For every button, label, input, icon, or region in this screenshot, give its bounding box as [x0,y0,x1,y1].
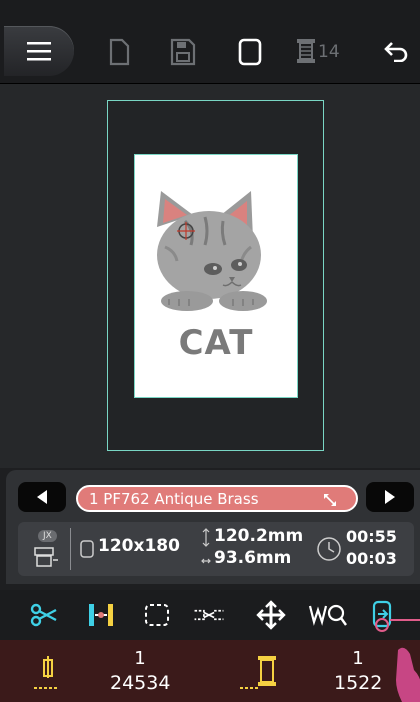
design-preview[interactable]: CAT [134,154,298,398]
clock-icon [317,537,341,561]
basting-icon[interactable] [192,598,226,632]
align-icon[interactable] [84,598,118,632]
hoop-size-icon [80,540,94,558]
new-file-icon[interactable] [108,38,130,66]
expand-icon [324,494,336,506]
move-icon[interactable] [254,598,288,632]
hamburger-menu-icon [27,42,51,61]
stitch-count: 24534 [110,672,171,694]
top-toolbar: 14 [0,0,420,84]
dimension-arrows-icon [201,528,211,564]
tools-bar [0,590,420,640]
spool-stitch-count: 1522 [334,672,383,694]
total-time: 00:55 [346,527,397,546]
hoop-area: CAT [107,100,324,451]
chevron-left-icon [37,490,47,504]
info-divider [70,528,71,570]
design-width: 93.6mm [214,548,292,568]
stitch-forward-icon[interactable] [370,598,420,632]
needle-number: 1 [134,648,146,669]
menu-button[interactable] [4,26,74,76]
next-color-button[interactable] [366,482,414,512]
save-icon[interactable] [170,38,196,66]
design-height: 120.2mm [214,526,304,546]
cat-embroidery-image [157,191,267,311]
stitch-counter-bar: 1 24534 1 1522 [0,640,420,702]
spool-number: 1 [352,648,364,669]
chevron-right-icon [385,490,395,504]
scissors-icon[interactable] [28,598,62,632]
elapsed-time: 00:03 [346,549,397,568]
design-text: CAT [178,323,254,363]
spool-count: 14 [318,42,340,62]
spool-counter-icon [240,656,276,689]
design-info-box: JX 120x180 120.2mm 93.6mm 00:55 00:03 [18,522,414,576]
thread-spool-icon[interactable] [296,38,316,64]
select-area-icon[interactable] [140,598,174,632]
thread-color-selector[interactable]: 1 PF762 Antique Brass [76,485,358,512]
embroidery-machine-icon [34,547,58,567]
machine-badge: JX [38,530,57,542]
thread-color-label: 1 PF762 Antique Brass [89,490,259,508]
hoop-size: 120x180 [98,536,180,556]
hoop-frame-icon[interactable] [237,38,263,66]
previous-color-button[interactable] [18,482,66,512]
needle-icon [34,656,58,689]
undo-arrow-icon[interactable] [384,40,410,62]
info-panel: 1 PF762 Antique Brass JX 120x180 120.2mm… [6,470,420,584]
embroidery-canvas[interactable]: CAT [0,84,420,468]
thread-view-icon[interactable] [308,598,348,632]
hand-pointer-icon [396,647,420,702]
